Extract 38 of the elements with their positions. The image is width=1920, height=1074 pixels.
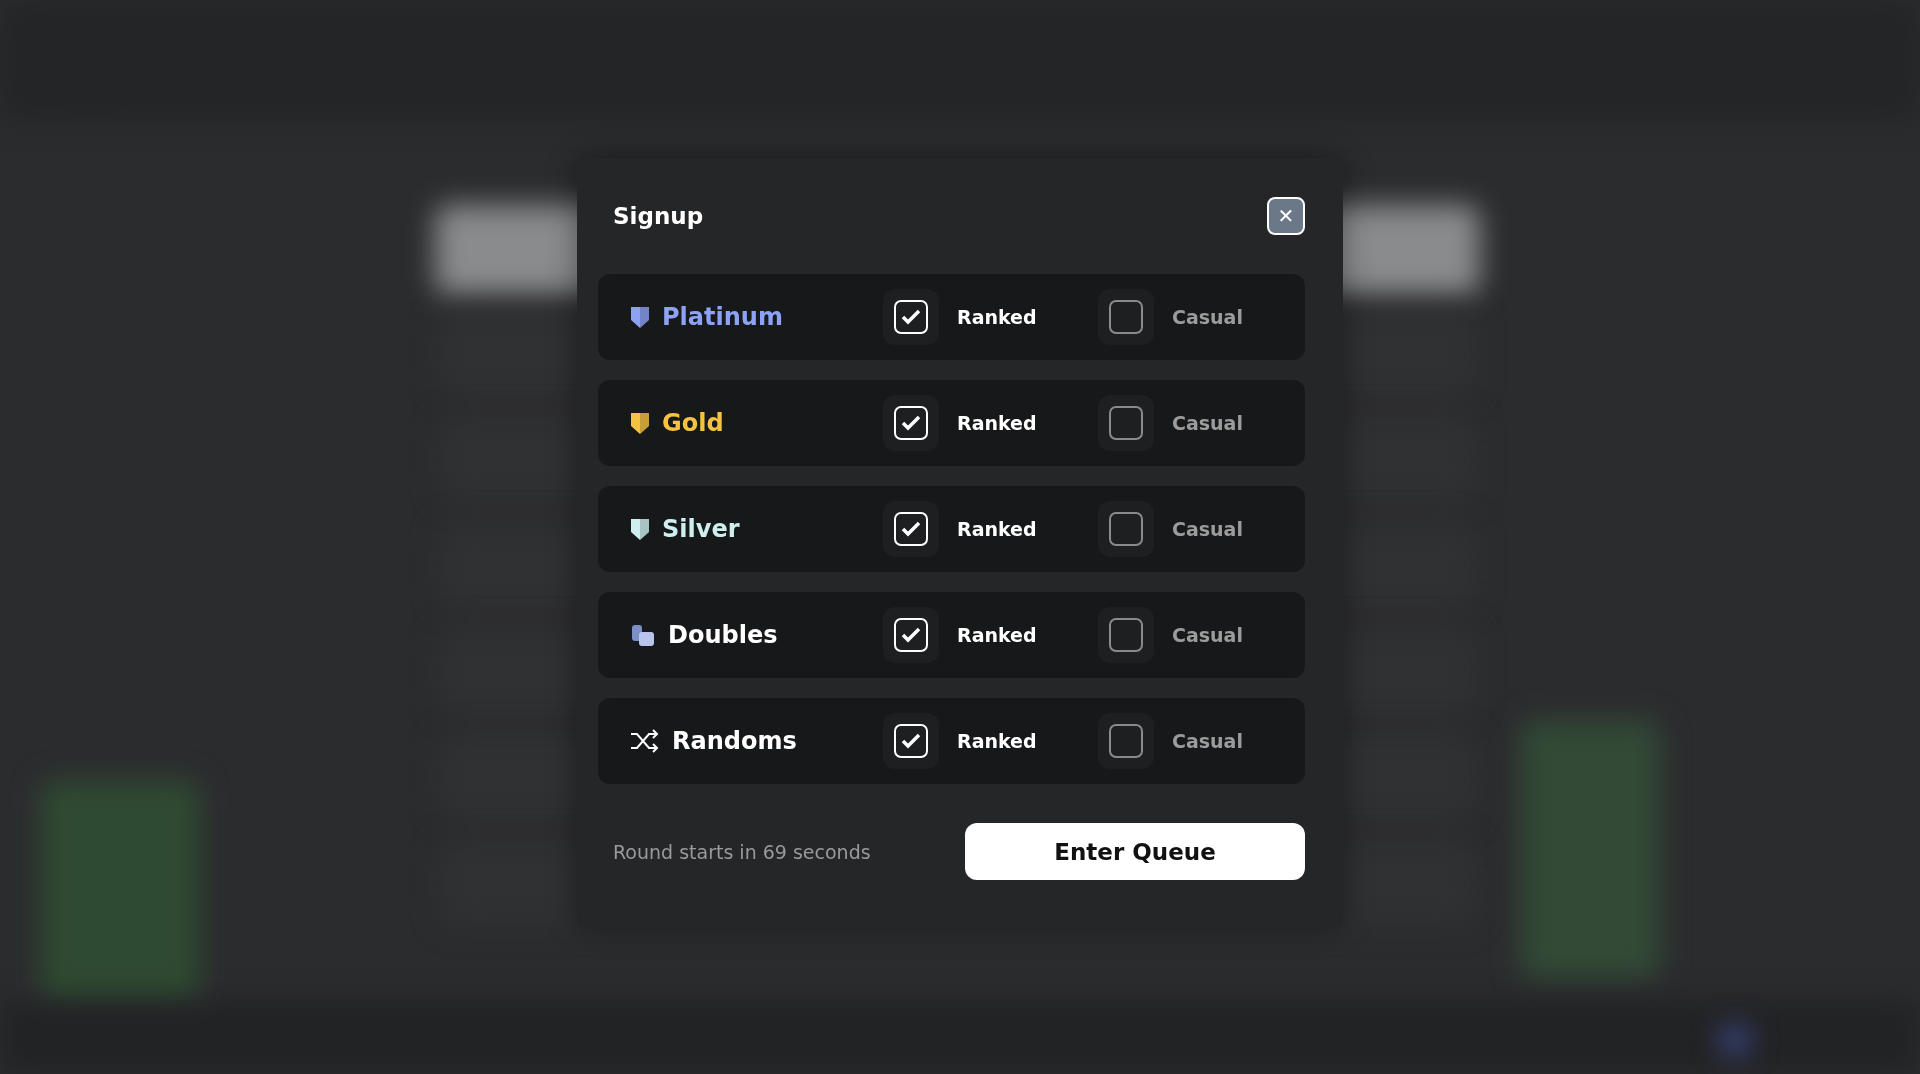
- casual-label: Casual: [1172, 730, 1243, 752]
- casual-label: Casual: [1172, 624, 1243, 646]
- ranked-label: Ranked: [957, 306, 1037, 328]
- checkmark-icon: [901, 309, 921, 325]
- checkbox[interactable]: [883, 289, 939, 345]
- checkbox[interactable]: [1098, 289, 1154, 345]
- shield-icon: [630, 305, 650, 329]
- shuffle-icon: [630, 729, 660, 753]
- checkbox[interactable]: [1098, 607, 1154, 663]
- queue-name: Doubles: [668, 621, 778, 649]
- queue-name: Platinum: [662, 303, 783, 331]
- checkbox[interactable]: [883, 607, 939, 663]
- checkmark-icon: [901, 733, 921, 749]
- dialog-title: Signup: [613, 203, 704, 229]
- casual-label: Casual: [1172, 518, 1243, 540]
- checkmark-icon: [901, 415, 921, 431]
- casual-label: Casual: [1172, 306, 1243, 328]
- ranked-label: Ranked: [957, 730, 1037, 752]
- ranked-label: Ranked: [957, 518, 1037, 540]
- queue-name: Silver: [662, 515, 740, 543]
- checkmark-icon: [901, 521, 921, 537]
- checkmark-icon: [901, 627, 921, 643]
- casual-label: Casual: [1172, 412, 1243, 434]
- ranked-label: Ranked: [957, 412, 1037, 434]
- checkbox[interactable]: [1098, 713, 1154, 769]
- checkbox[interactable]: [883, 501, 939, 557]
- shield-icon: [630, 411, 650, 435]
- queue-name: Randoms: [672, 727, 797, 755]
- checkbox[interactable]: [883, 395, 939, 451]
- close-button[interactable]: ✕: [1267, 197, 1305, 235]
- checkbox[interactable]: [1098, 395, 1154, 451]
- shield-icon: [630, 517, 650, 541]
- countdown-text: Round starts in 69 seconds: [613, 840, 871, 863]
- ranked-label: Ranked: [957, 624, 1037, 646]
- queue-name: Gold: [662, 409, 724, 437]
- checkbox[interactable]: [883, 713, 939, 769]
- checkbox[interactable]: [1098, 501, 1154, 557]
- enter-queue-button[interactable]: Enter Queue: [965, 823, 1305, 880]
